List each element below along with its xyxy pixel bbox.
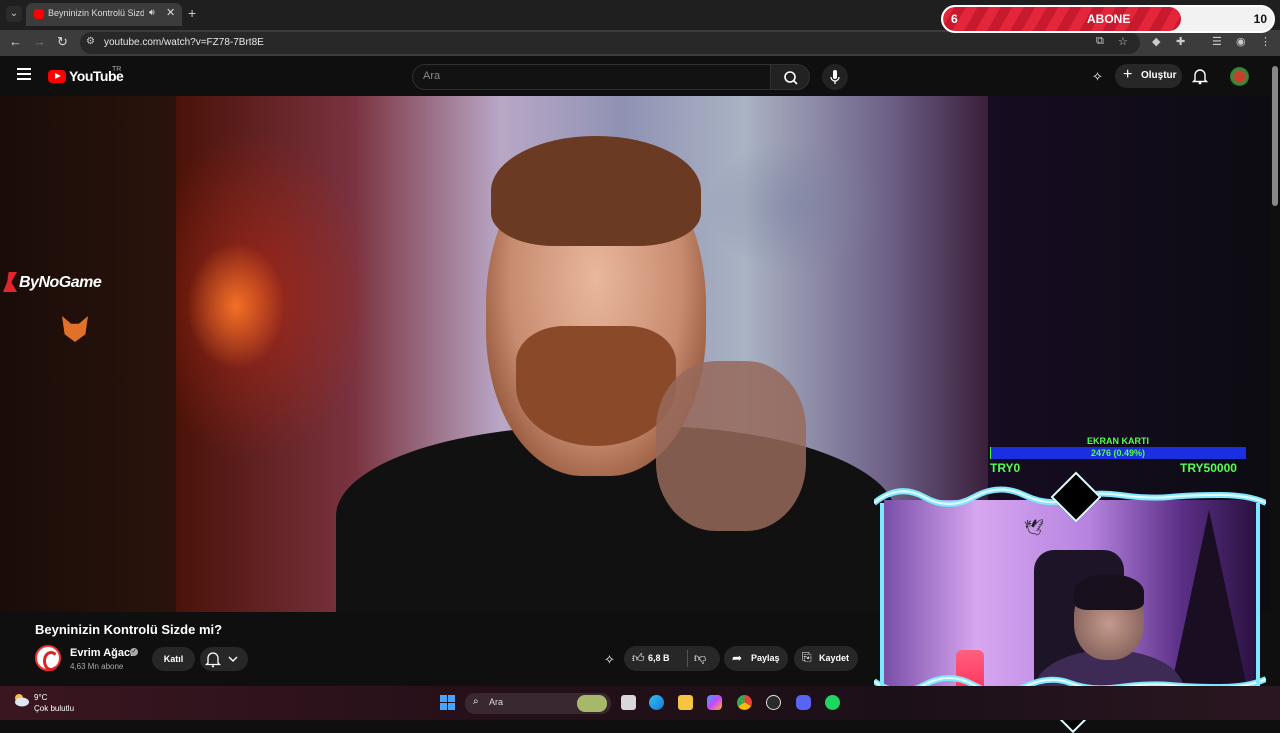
- extension-icon[interactable]: ◆: [1152, 35, 1160, 48]
- windows-taskbar: 9°C Çok bulutlu ⌕ Ara: [0, 686, 1280, 720]
- bird-decoration-icon: 🕊︎: [1024, 520, 1045, 537]
- notifications-bell-icon[interactable]: [1191, 67, 1209, 85]
- start-icon[interactable]: [440, 695, 455, 710]
- subscriber-goal-label: ABONE: [1087, 12, 1131, 26]
- save-button[interactable]: ⎘ Kaydet: [794, 646, 858, 671]
- forward-arrow-icon[interactable]: →: [33, 34, 46, 49]
- video-frame[interactable]: [176, 96, 988, 612]
- share-button[interactable]: ➦ Paylaş: [724, 646, 788, 671]
- donation-goal-bar: 2476 (0.49%): [990, 447, 1246, 459]
- close-tab-icon[interactable]: ✕: [166, 6, 175, 19]
- more-menu-icon[interactable]: ⋮: [1260, 35, 1271, 48]
- browser-tab[interactable]: Beyninizin Kontrolü Sizde mi? 🔊︎ ✕: [26, 3, 182, 26]
- profile-icon[interactable]: ◉: [1236, 35, 1246, 48]
- bookmark-star-icon[interactable]: ☆: [1118, 35, 1128, 48]
- plus-icon: +: [1123, 66, 1133, 83]
- youtube-logo-icon[interactable]: [48, 70, 66, 83]
- spotify-icon[interactable]: [825, 695, 840, 710]
- create-sparkle-icon[interactable]: ✧: [1092, 69, 1103, 85]
- presenter-hand: [656, 361, 806, 531]
- youtube-header: YouTube TR ✧ + Oluştur: [0, 56, 1270, 96]
- like-divider: [687, 650, 688, 667]
- search-icon: [784, 71, 798, 85]
- verified-check-icon: ✓: [130, 648, 138, 656]
- webcam-frame-left-edge: [880, 503, 884, 703]
- obs-icon[interactable]: [766, 695, 781, 710]
- voice-search-button[interactable]: [822, 64, 848, 90]
- chrome-icon[interactable]: [737, 695, 752, 710]
- create-label: Oluştur: [1141, 70, 1177, 81]
- url-text[interactable]: youtube.com/watch?v=FZ78-7Brt8E: [104, 37, 264, 48]
- weather-description[interactable]: Çok bulutlu: [34, 704, 74, 713]
- bookmark-icon: ⎘: [802, 650, 812, 664]
- notification-preferences-button[interactable]: [200, 647, 248, 671]
- webcam-frame-right-edge: [1256, 503, 1260, 703]
- scrollbar-thumb[interactable]: [1272, 66, 1278, 206]
- user-avatar[interactable]: [1230, 67, 1249, 86]
- like-icon[interactable]: 👍︎: [632, 651, 645, 666]
- folder-icon[interactable]: [678, 695, 693, 710]
- country-code: TR: [112, 66, 122, 73]
- search-button[interactable]: [770, 64, 810, 90]
- weather-temperature[interactable]: 9°C: [34, 693, 47, 702]
- join-button[interactable]: Katıl: [152, 647, 195, 671]
- search-box[interactable]: [412, 64, 770, 90]
- search-icon: ⌕: [473, 696, 479, 707]
- donation-goal-max: TRY50000: [1180, 461, 1237, 475]
- taskbar-search-label: Ara: [489, 697, 504, 707]
- subscriber-goal-fill: [943, 7, 1181, 31]
- donation-goal-min: TRY0: [990, 461, 1021, 475]
- reload-icon[interactable]: ↻: [57, 34, 68, 50]
- copilot-icon[interactable]: [707, 695, 722, 710]
- page-scrollbar[interactable]: [1270, 56, 1280, 686]
- presenter-beard: [516, 326, 676, 446]
- edge-icon[interactable]: [649, 695, 664, 710]
- presenter-hair: [491, 136, 701, 246]
- bing-icon[interactable]: [577, 695, 607, 712]
- ask-sparkle-icon[interactable]: ✧: [604, 652, 615, 668]
- subscriber-goal-bar: 6 ABONE 10: [941, 5, 1275, 33]
- video-left-panel: [0, 96, 176, 612]
- subscriber-count: 4,63 Mn abone: [70, 662, 124, 671]
- tab-title: Beyninizin Kontrolü Sizde mi?: [48, 8, 144, 18]
- speaker-icon[interactable]: 🔊︎: [149, 7, 155, 18]
- new-tab-icon[interactable]: +: [188, 5, 196, 21]
- donation-goal-title: EKRAN KARTI: [1087, 436, 1149, 446]
- webcam-overlay: 🕊︎: [874, 471, 1266, 733]
- site-info-icon[interactable]: ⚙: [86, 36, 95, 47]
- create-button[interactable]: + Oluştur: [1115, 64, 1182, 88]
- share-label: Paylaş: [751, 653, 780, 663]
- dislike-icon[interactable]: 👎︎: [694, 651, 706, 666]
- youtube-favicon-icon: [34, 9, 44, 19]
- tab-search-button[interactable]: ⌄: [6, 6, 22, 22]
- back-arrow-icon[interactable]: ←: [9, 34, 22, 49]
- share-arrow-icon: ➦: [732, 651, 743, 665]
- address-bar[interactable]: ⚙ youtube.com/watch?v=FZ78-7Brt8E ⧉ ☆: [80, 32, 1140, 54]
- search-input[interactable]: [423, 70, 753, 82]
- microphone-icon: [830, 70, 840, 84]
- browser-toolbar: ← → ↻ ⚙ youtube.com/watch?v=FZ78-7Brt8E …: [0, 30, 1280, 56]
- channel-name[interactable]: Evrim Ağacı: [70, 647, 133, 659]
- donation-goal-value: 2476 (0.49%): [1090, 448, 1146, 458]
- webcam-streamer-hair: [1074, 574, 1144, 610]
- video-title: Beyninizin Kontrolü Sizde mi?: [35, 622, 223, 637]
- hamburger-menu-icon[interactable]: [17, 68, 31, 80]
- like-dislike-group: 👍︎ 6,8 B 👎︎: [624, 646, 720, 671]
- reading-list-icon[interactable]: ☰: [1212, 35, 1222, 48]
- sponsor-brand-name: ByNoGame: [19, 274, 102, 291]
- file-explorer-icon[interactable]: [621, 695, 636, 710]
- save-label: Kaydet: [819, 653, 850, 663]
- discord-icon[interactable]: [796, 695, 811, 710]
- channel-avatar[interactable]: [35, 645, 61, 671]
- cloudy-weather-icon[interactable]: [12, 692, 30, 708]
- install-app-icon[interactable]: ⧉: [1096, 35, 1104, 48]
- puzzle-extensions-icon[interactable]: ✚: [1176, 35, 1185, 48]
- taskbar-search[interactable]: ⌕ Ara: [465, 693, 611, 714]
- subscriber-goal-start: 6: [951, 12, 958, 26]
- subscriber-goal-end: 10: [1253, 12, 1267, 26]
- like-count[interactable]: 6,8 B: [648, 653, 670, 663]
